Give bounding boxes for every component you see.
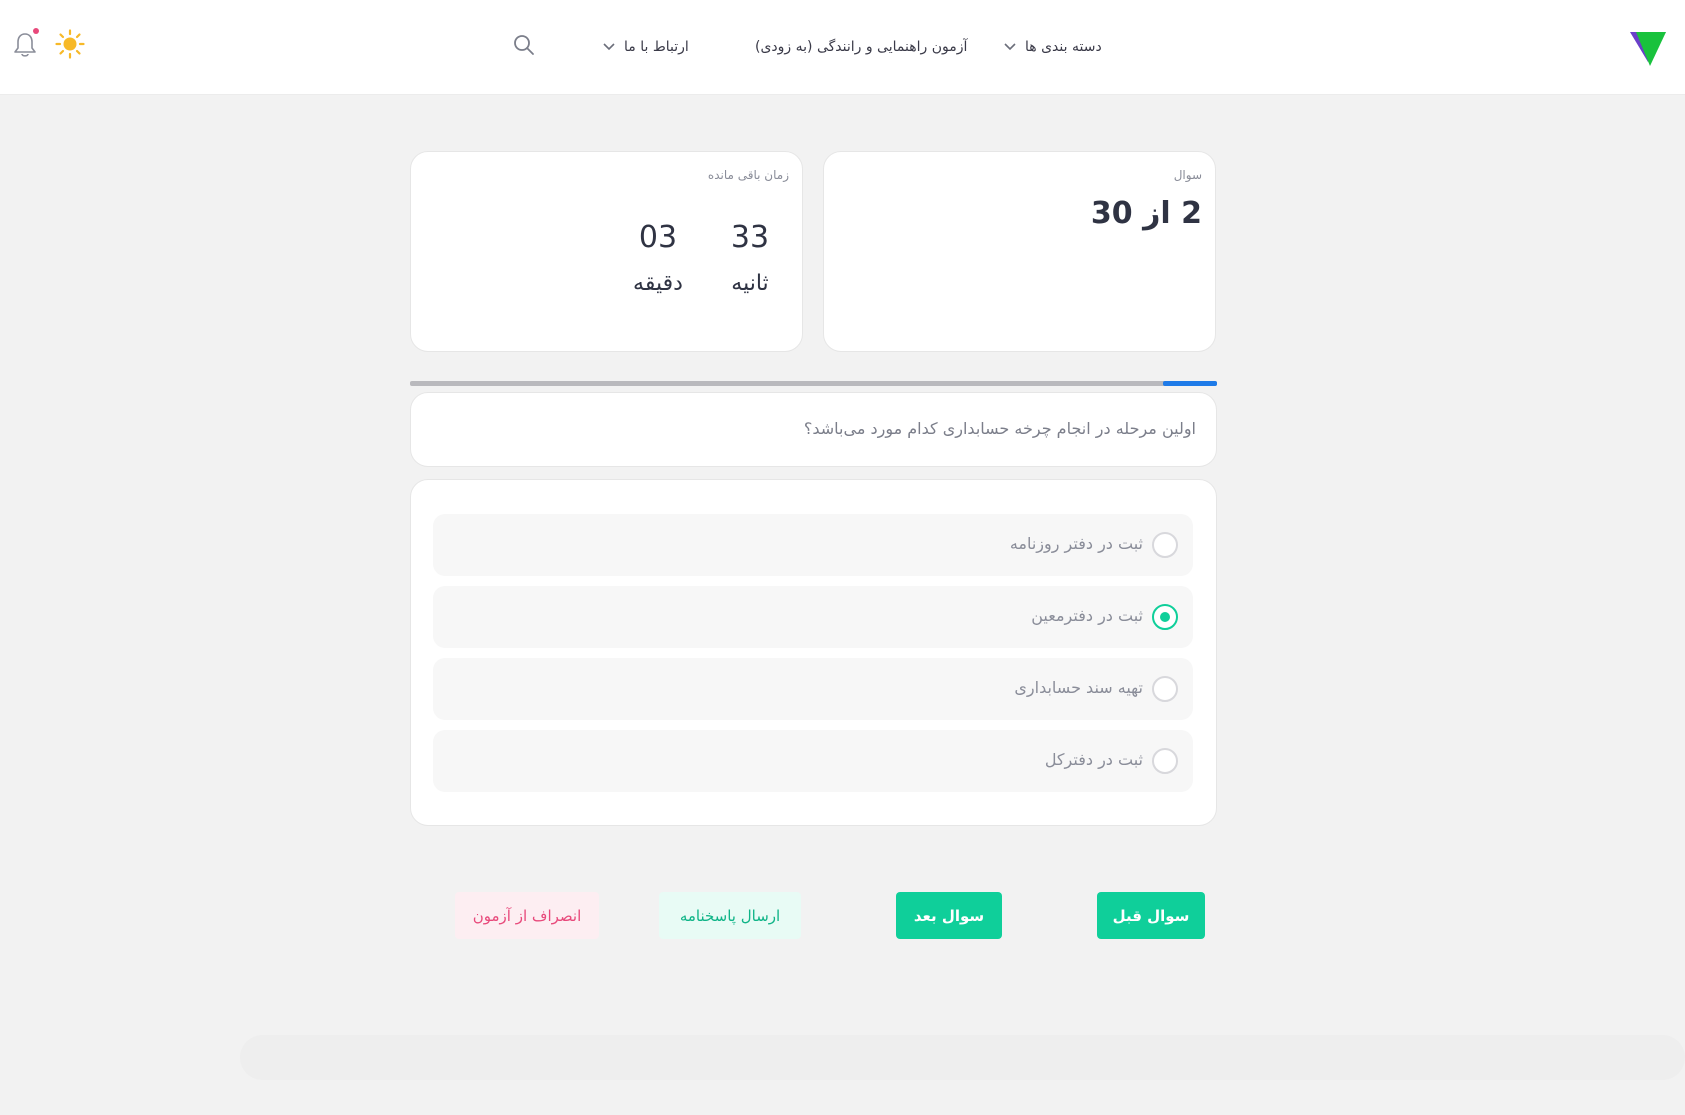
question-text: اولین مرحله در انجام چرخه حسابداری کدام …: [803, 419, 1196, 438]
logo-icon[interactable]: [1628, 28, 1668, 68]
notification-dot: [33, 28, 39, 34]
question-counter-value: 2 از 30: [1090, 196, 1202, 231]
previous-question-button[interactable]: سوال قبل: [1097, 892, 1205, 939]
answer-option-1[interactable]: ثبت در دفتر روزنامه: [433, 514, 1193, 576]
minutes-unit: دقیقه: [633, 271, 683, 296]
option-label: تهیه سند حسابداری: [1014, 678, 1143, 697]
answer-option-4[interactable]: ثبت در دفترکل: [433, 730, 1193, 792]
option-label: ثبت در دفترمعین: [1031, 606, 1143, 625]
submit-answers-button[interactable]: ارسال پاسخنامه: [659, 892, 801, 939]
answer-option-3[interactable]: تهیه سند حسابداری: [433, 658, 1193, 720]
nav-categories-label: دسته بندی ها: [1025, 39, 1102, 55]
radio-button[interactable]: [1152, 748, 1178, 774]
nav-contact[interactable]: ارتباط با ما: [602, 33, 689, 61]
timer-seconds: 33 ثانیه: [710, 220, 790, 296]
quit-exam-button[interactable]: انصراف از آزمون: [455, 892, 599, 939]
nav-categories[interactable]: دسته بندی ها: [1003, 33, 1102, 61]
question-counter-label: سوال: [1173, 168, 1202, 182]
sun-icon[interactable]: [55, 29, 85, 59]
progress-bar: [410, 381, 1217, 386]
timer-minutes: 03 دقیقه: [618, 220, 698, 296]
question-card: اولین مرحله در انجام چرخه حسابداری کدام …: [410, 392, 1217, 467]
minutes-value: 03: [638, 220, 678, 255]
nav-contact-label: ارتباط با ما: [624, 39, 689, 55]
radio-button[interactable]: [1152, 676, 1178, 702]
bell-icon[interactable]: [12, 31, 38, 59]
nav-driving-exam[interactable]: آزمون راهنمایی و رانندگی (به زودی): [755, 33, 967, 61]
answer-option-2[interactable]: ثبت در دفترمعین: [433, 586, 1193, 648]
radio-button[interactable]: [1152, 604, 1178, 630]
timer-label: زمان باقی مانده: [707, 168, 789, 182]
search-icon[interactable]: [512, 33, 536, 57]
chevron-down-icon: [1004, 43, 1016, 51]
radio-button[interactable]: [1152, 532, 1178, 558]
top-navbar: دسته بندی ها آزمون راهنمایی و رانندگی (ب…: [0, 0, 1685, 95]
option-label: ثبت در دفترکل: [1044, 750, 1143, 769]
timer-card: زمان باقی مانده 33 ثانیه 03 دقیقه: [410, 151, 803, 352]
options-card: ثبت در دفتر روزنامه ثبت در دفترمعین تهیه…: [410, 479, 1217, 826]
nav-driving-exam-label: آزمون راهنمایی و رانندگی (به زودی): [755, 39, 968, 55]
footer-decoration: [240, 1035, 1685, 1080]
seconds-value: 33: [730, 220, 770, 255]
progress-fill: [1162, 381, 1217, 386]
question-counter-card: سوال 2 از 30: [823, 151, 1216, 352]
next-question-button[interactable]: سوال بعد: [896, 892, 1002, 939]
seconds-unit: ثانیه: [731, 271, 769, 296]
option-label: ثبت در دفتر روزنامه: [1009, 534, 1143, 553]
chevron-down-icon: [603, 43, 615, 51]
